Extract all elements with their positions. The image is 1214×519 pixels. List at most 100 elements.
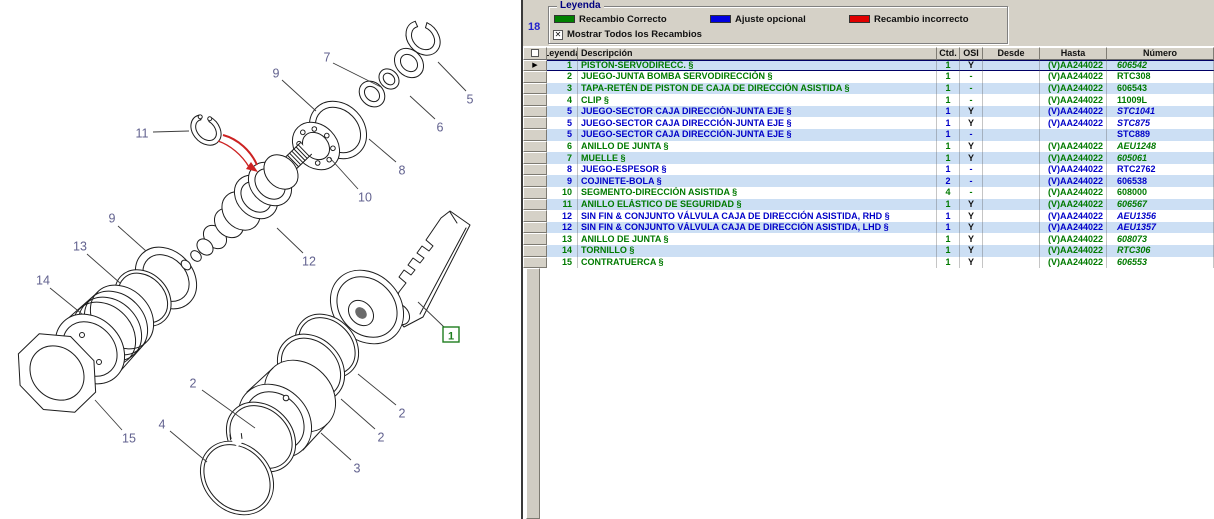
table-row[interactable]: 5JUEGO-SECTOR CAJA DIRECCIÓN-JUNTA EJE §… [523, 129, 1214, 141]
page-number: 18 [528, 21, 540, 33]
row-selector[interactable] [523, 129, 547, 141]
diagram-callout-8[interactable]: 8 [369, 139, 406, 178]
cell-hasta: (V)AA244022 [1040, 233, 1107, 245]
cell-descripcion: JUEGO-SECTOR CAJA DIRECCIÓN-JUNTA EJE § [578, 129, 937, 141]
row-selector[interactable] [523, 187, 547, 199]
cell-leyenda: 1 [547, 60, 578, 72]
row-selector[interactable] [523, 222, 547, 234]
cell-numero: STC1041 [1107, 106, 1214, 118]
table-row[interactable]: 14TORNILLO §1Y(V)AA244022RTC306 [523, 245, 1214, 257]
svg-text:12: 12 [302, 255, 316, 269]
table-row[interactable]: 4CLIP §1-(V)AA24402211009L [523, 94, 1214, 106]
diagram-callout-11[interactable]: 11 [136, 127, 189, 141]
cell-ctd: 1 [937, 71, 960, 83]
row-selector[interactable] [523, 210, 547, 222]
row-selector[interactable] [523, 141, 547, 153]
row-selector[interactable] [523, 164, 547, 176]
row-selector[interactable] [523, 199, 547, 211]
cell-leyenda: 9 [547, 175, 578, 187]
cell-ctd: 1 [937, 60, 960, 72]
table-row[interactable]: ▶1PISTÓN-SERVODIRECC. §1Y(V)AA2440226065… [523, 60, 1214, 72]
table-row[interactable]: 5JUEGO-SECTOR CAJA DIRECCIÓN-JUNTA EJE §… [523, 117, 1214, 129]
select-all-checkbox[interactable] [531, 49, 539, 57]
diagram-callout-2[interactable]: 2 [358, 374, 406, 421]
cell-hasta: (V)AA244022 [1040, 245, 1107, 257]
table-row[interactable]: 2JUEGO-JUNTA BOMBA SERVODIRECCIÓN §1-(V)… [523, 71, 1214, 83]
cell-numero: AEU1357 [1107, 222, 1214, 234]
cell-osi: Y [960, 245, 983, 257]
row-selector[interactable] [523, 257, 547, 269]
cell-ctd: 1 [937, 117, 960, 129]
svg-text:1: 1 [448, 331, 454, 343]
table-row[interactable]: 6ANILLO DE JUNTA §1Y(V)AA244022AEU1248 [523, 141, 1214, 153]
column-header-desde[interactable]: Desde [983, 47, 1040, 60]
svg-text:2: 2 [190, 377, 197, 391]
table-row[interactable]: 5JUEGO-SECTOR CAJA DIRECCIÓN-JUNTA EJE §… [523, 106, 1214, 118]
row-selector[interactable] [523, 94, 547, 106]
diagram-callout-3[interactable]: 3 [321, 433, 361, 476]
cell-desde [983, 71, 1040, 83]
diagram-callout-6[interactable]: 6 [410, 96, 444, 135]
diagram-callout-5[interactable]: 5 [438, 62, 474, 107]
cell-ctd: 2 [937, 175, 960, 187]
diagram-callout-4[interactable]: 4 [159, 418, 207, 463]
legend-optional-swatch-icon [710, 15, 731, 23]
svg-text:5: 5 [467, 93, 474, 107]
row-selector[interactable]: ▶ [523, 60, 547, 72]
table-row[interactable]: 8JUEGO-ESPESOR §1-(V)AA244022RTC2762 [523, 164, 1214, 176]
column-header-descripcin[interactable]: Descripción [578, 47, 937, 60]
legend-correct-label: Recambio Correcto [579, 14, 667, 25]
diagram-callout-15[interactable]: 15 [95, 400, 136, 446]
table-row[interactable]: 7MUELLE §1Y(V)AA244022605061 [523, 152, 1214, 164]
diagram-callout-13[interactable]: 13 [73, 240, 120, 284]
cell-descripcion: JUEGO-SECTOR CAJA DIRECCIÓN-JUNTA EJE § [578, 117, 937, 129]
parts-panel: 18 Leyenda Recambio Correcto Ajuste opcio… [523, 0, 1214, 519]
column-header-hasta[interactable]: Hasta [1040, 47, 1107, 60]
row-selector[interactable] [523, 175, 547, 187]
row-selector[interactable] [523, 83, 547, 95]
cell-descripcion: TORNILLO § [578, 245, 937, 257]
diagram-callout-1[interactable]: 1 [418, 302, 459, 343]
table-row[interactable]: 3TAPA-RETÉN DE PISTON DE CAJA DE DIRECCI… [523, 83, 1214, 95]
table-row[interactable]: 15CONTRATUERCA §1Y(V)AA244022606553 [523, 257, 1214, 269]
cell-osi: - [960, 175, 983, 187]
table-row[interactable]: 11ANILLO ELÁSTICO DE SEGURIDAD §1Y(V)AA2… [523, 199, 1214, 211]
cell-numero: AEU1248 [1107, 141, 1214, 153]
cell-numero: 606543 [1107, 83, 1214, 95]
column-header-osi[interactable]: OSI [960, 47, 983, 60]
cell-leyenda: 5 [547, 129, 578, 141]
row-selector[interactable] [523, 106, 547, 118]
diagram-callout-9[interactable]: 9 [109, 212, 146, 252]
legend-optional-label: Ajuste opcional [735, 14, 806, 25]
diagram-callout-14[interactable]: 14 [36, 274, 82, 315]
column-header-nmero[interactable]: Número [1107, 47, 1214, 60]
cell-descripcion: CONTRATUERCA § [578, 257, 937, 269]
cell-descripcion: TAPA-RETÉN DE PISTON DE CAJA DE DIRECCIÓ… [578, 83, 937, 95]
row-selector[interactable] [523, 71, 547, 83]
cell-leyenda: 4 [547, 94, 578, 106]
record-selector-tail [526, 268, 540, 519]
row-selector[interactable] [523, 245, 547, 257]
column-header-ctd[interactable]: Ctd. [937, 47, 960, 60]
row-selector[interactable] [523, 233, 547, 245]
diagram-callout-9[interactable]: 9 [273, 67, 316, 112]
table-row[interactable]: 9COJINETE-BOLA §2-(V)AA244022606538 [523, 175, 1214, 187]
svg-text:7: 7 [324, 51, 331, 65]
diagram-callout-12[interactable]: 12 [277, 228, 316, 269]
table-row[interactable]: 12SIN FIN & CONJUNTO VÁLVULA CAJA DE DIR… [523, 222, 1214, 234]
table-row[interactable]: 12SIN FIN & CONJUNTO VÁLVULA CAJA DE DIR… [523, 210, 1214, 222]
cell-numero: 606553 [1107, 257, 1214, 269]
diagram-callout-2[interactable]: 2 [341, 399, 385, 445]
cell-osi: Y [960, 222, 983, 234]
table-row[interactable]: 10SEGMENTO-DIRECCIÓN ASISTIDA §4-(V)AA24… [523, 187, 1214, 199]
row-selector[interactable] [523, 117, 547, 129]
table-row[interactable]: 13ANILLO DE JUNTA §1Y(V)AA244022608073 [523, 233, 1214, 245]
column-header-leyenda[interactable]: Leyenda [547, 47, 578, 60]
cell-numero: 606538 [1107, 175, 1214, 187]
diagram-callout-10[interactable]: 10 [330, 158, 372, 205]
cell-desde [983, 129, 1040, 141]
show-all-checkbox[interactable]: ✕ Mostrar Todos los Recambios [553, 29, 702, 40]
row-selector[interactable] [523, 152, 547, 164]
cell-descripcion: MUELLE § [578, 152, 937, 164]
cell-hasta: (V)AA244022 [1040, 117, 1107, 129]
